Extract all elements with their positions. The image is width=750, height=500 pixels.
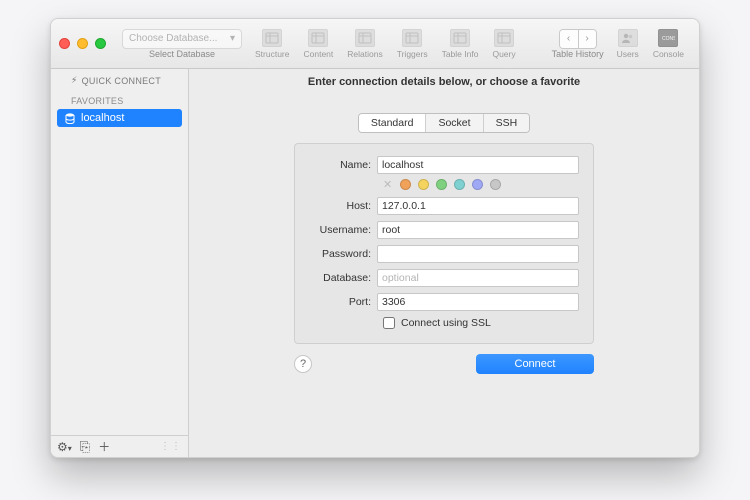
toolbar-query-label: Query [492,49,515,59]
host-label: Host: [309,200,377,212]
quick-connect-header[interactable]: ⚡︎ QUICK CONNECT [51,69,188,90]
sidebar-footer: ⚙︎▾ ⎘ ＋ ⋮⋮ [51,435,188,457]
color-tag-0[interactable] [400,179,411,190]
triggers-icon [402,29,422,47]
window-controls [59,38,116,49]
toolbar-content-label: Content [304,49,334,59]
query-icon [494,29,514,47]
structure-icon [262,29,282,47]
favorites-header: FAVORITES [51,90,188,108]
close-window-icon[interactable] [59,38,70,49]
minimize-window-icon[interactable] [77,38,88,49]
toolbar-table-info-button[interactable]: Table Info [435,29,486,59]
port-label: Port: [309,296,377,308]
svg-text:CONSO: CONSO [662,36,675,42]
relations-icon [355,29,375,47]
tab-standard[interactable]: Standard [359,114,426,132]
toolbar-relations-label: Relations [347,49,382,59]
database-selector-group: Choose Database... ▾ Select Database [116,29,248,59]
chevron-down-icon: ▾ [230,33,235,44]
add-favorite-button[interactable]: ＋ [98,438,110,455]
table-history-label: Table History [552,49,604,59]
users-icon [618,29,638,47]
tab-socket[interactable]: Socket [425,114,482,132]
console-button[interactable]: CONSO Console [646,29,691,59]
window-body: ⚡︎ QUICK CONNECT FAVORITES localhost ⚙︎▾… [51,69,699,457]
zoom-window-icon[interactable] [95,38,106,49]
database-icon [65,113,75,124]
database-label: Database: [309,272,377,284]
toolbar-structure-label: Structure [255,49,290,59]
color-tag-5[interactable] [490,179,501,190]
resize-grip-icon[interactable]: ⋮⋮ [160,441,182,452]
console-label: Console [653,49,684,59]
database-selector-label: Choose Database... [129,33,217,44]
table-info-icon [450,29,470,47]
table-history-nav: ‹ › [559,29,597,49]
action-row: ? Connect [294,354,594,374]
ssl-label: Connect using SSL [401,317,491,329]
sidebar: ⚡︎ QUICK CONNECT FAVORITES localhost ⚙︎▾… [51,69,189,457]
toolbar-triggers-button[interactable]: Triggers [390,29,435,59]
color-tag-1[interactable] [418,179,429,190]
name-field[interactable] [377,156,579,174]
history-back-button[interactable]: ‹ [560,30,578,48]
gear-icon[interactable]: ⚙︎▾ [57,440,72,454]
clear-color-icon[interactable]: ✕ [383,178,392,191]
database-selector[interactable]: Choose Database... ▾ [122,29,242,49]
database-selector-caption: Select Database [149,49,215,59]
users-button[interactable]: Users [610,29,646,59]
page-title: Enter connection details below, or choos… [189,69,699,95]
connection-panel: Name: ✕ Host: Username: [294,143,594,344]
content-icon [308,29,328,47]
port-field[interactable] [377,293,579,311]
ssl-checkbox[interactable] [383,317,395,329]
color-tag-3[interactable] [454,179,465,190]
username-label: Username: [309,224,377,236]
titlebar: Choose Database... ▾ Select Database Str… [51,19,699,69]
name-label: Name: [309,159,377,171]
database-field[interactable] [377,269,579,287]
users-label: Users [617,49,639,59]
toolbar-content-button[interactable]: Content [297,29,341,59]
username-field[interactable] [377,221,579,239]
toolbar-view-buttons: Structure Content Relations Triggers Table I… [248,29,523,59]
sidebar-item-label: localhost [81,112,124,124]
table-history-group: ‹ › Table History [546,29,610,59]
bolt-icon: ⚡︎ [71,75,78,86]
toolbar-structure-button[interactable]: Structure [248,29,297,59]
tab-ssh[interactable]: SSH [483,114,530,132]
connect-button[interactable]: Connect [476,354,594,374]
app-window: Choose Database... ▾ Select Database Str… [50,18,700,458]
main-panel: Enter connection details below, or choos… [189,69,699,457]
console-icon: CONSO [658,29,678,47]
host-field[interactable] [377,197,579,215]
help-button[interactable]: ? [294,355,312,373]
connection-type-tabs: StandardSocketSSH [358,113,530,133]
toolbar-relations-button[interactable]: Relations [340,29,389,59]
password-label: Password: [309,248,377,260]
toolbar-table-info-label: Table Info [442,49,479,59]
add-folder-button[interactable]: ⎘ [80,439,90,455]
toolbar-query-button[interactable]: Query [485,29,522,59]
quick-connect-label: QUICK CONNECT [82,76,161,86]
color-tag-2[interactable] [436,179,447,190]
history-forward-button[interactable]: › [578,30,596,48]
connection-form-area: StandardSocketSSH Name: ✕ Host: [189,95,699,457]
color-tag-4[interactable] [472,179,483,190]
password-field[interactable] [377,245,579,263]
toolbar-triggers-label: Triggers [397,49,428,59]
color-tag-row: ✕ [309,178,579,191]
sidebar-item-localhost[interactable]: localhost [57,109,182,127]
